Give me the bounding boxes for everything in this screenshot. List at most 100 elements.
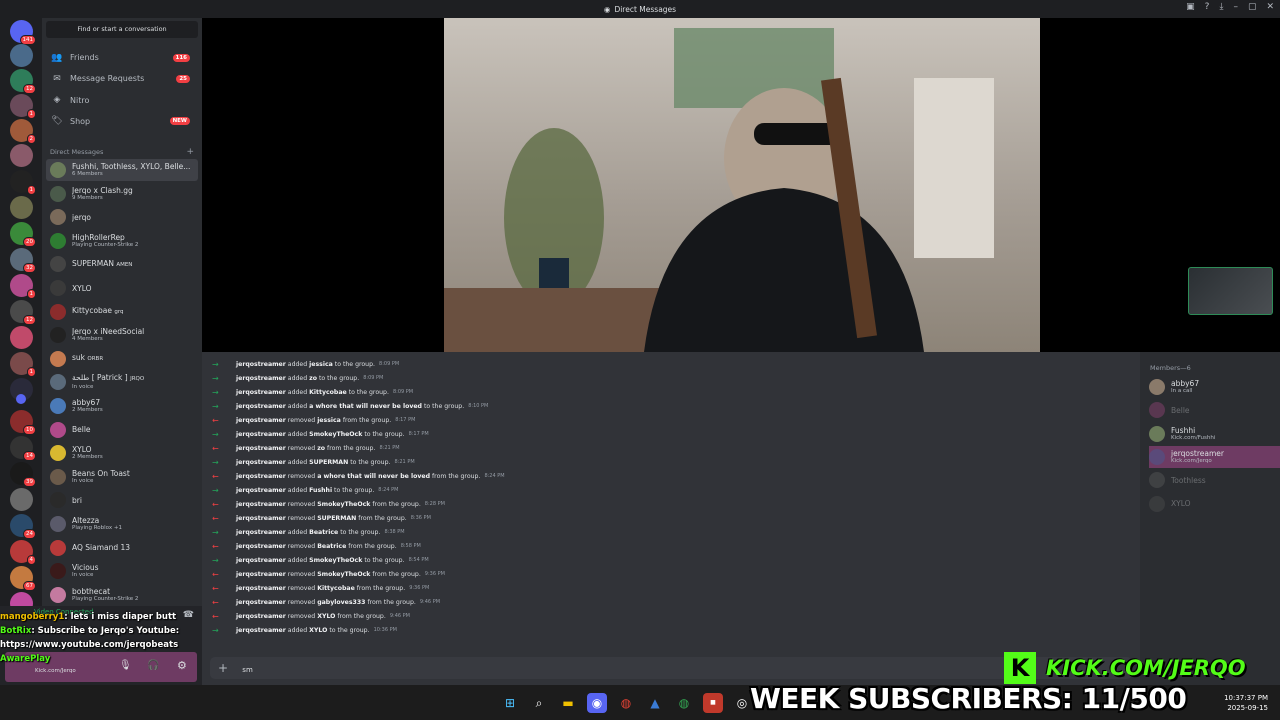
screen-icon[interactable]: ▣ xyxy=(1186,2,1195,12)
close-icon[interactable]: ✕ xyxy=(1266,2,1274,12)
dm-item[interactable]: ﻃﻠﺤﺔ [ Patrick ] JRQO In voice xyxy=(46,371,198,393)
member-item[interactable]: jerqostreamer Kick.com/Jerqo xyxy=(1149,445,1280,468)
system-clock[interactable]: 10:37:37 PM 2025-09-15 xyxy=(1224,693,1268,713)
server-icon[interactable]: 141 xyxy=(10,20,36,45)
dm-item[interactable]: XYLO 2 Members xyxy=(46,442,198,464)
target-user[interactable]: SmokeyTheOck xyxy=(317,571,370,578)
server-icon[interactable]: 14 xyxy=(10,436,36,461)
target-user[interactable]: XYLO xyxy=(309,627,327,634)
self-video-thumbnail[interactable] xyxy=(1188,267,1273,315)
actor[interactable]: jerqostreamer xyxy=(236,529,286,536)
target-user[interactable]: Fushhi xyxy=(309,487,332,494)
actor[interactable]: jerqostreamer xyxy=(236,361,286,368)
target-user[interactable]: SmokeyTheOck xyxy=(309,557,362,564)
actor[interactable]: jerqostreamer xyxy=(236,375,286,382)
actor[interactable]: jerqostreamer xyxy=(236,515,286,522)
member-item[interactable]: Fushhi Kick.com/Fushhi xyxy=(1149,423,1277,445)
actor[interactable]: jerqostreamer xyxy=(236,543,286,550)
server-icon[interactable]: 1 xyxy=(10,274,36,299)
find-conversation-input[interactable]: Find or start a conversation xyxy=(46,21,198,38)
member-item[interactable]: Toothless xyxy=(1149,469,1277,491)
target-user[interactable]: SmokeyTheOck xyxy=(317,501,370,508)
chrome-alt-icon[interactable]: ◍ xyxy=(674,693,694,713)
dm-item[interactable]: AQ Siamand 13 xyxy=(46,537,198,559)
maximize-icon[interactable]: ▢ xyxy=(1248,2,1257,12)
minimize-icon[interactable]: – xyxy=(1233,2,1238,12)
dm-item[interactable]: abby67 2 Members xyxy=(46,395,198,417)
server-icon[interactable] xyxy=(10,44,33,67)
chrome-icon[interactable]: ◍ xyxy=(616,693,636,713)
actor[interactable]: jerqostreamer xyxy=(236,599,286,606)
attach-plus-icon[interactable]: + xyxy=(218,661,228,675)
server-icon[interactable]: 4 xyxy=(10,540,36,565)
dm-item[interactable]: Jerqo x Clash.gg 9 Members xyxy=(46,183,198,205)
server-icon[interactable]: 12 xyxy=(10,69,36,94)
actor[interactable]: jerqostreamer xyxy=(236,431,286,438)
server-icon[interactable]: 10 xyxy=(10,410,36,435)
target-user[interactable]: jessica xyxy=(309,361,333,368)
actor[interactable]: jerqostreamer xyxy=(236,487,286,494)
help-icon[interactable]: ? xyxy=(1205,2,1210,12)
actor[interactable]: jerqostreamer xyxy=(236,403,286,410)
actor[interactable]: jerqostreamer xyxy=(236,501,286,508)
actor[interactable]: jerqostreamer xyxy=(236,473,286,480)
target-user[interactable]: gabyloves333 xyxy=(317,599,365,606)
member-item[interactable]: abby67 In a call xyxy=(1149,376,1277,398)
actor[interactable]: jerqostreamer xyxy=(236,459,286,466)
message-input[interactable]: + sm xyxy=(210,657,1132,679)
actor[interactable]: jerqostreamer xyxy=(236,613,286,620)
target-user[interactable]: Beatrice xyxy=(317,543,346,550)
nav-shop[interactable]: 🏷 Shop NEW xyxy=(46,112,198,131)
target-user[interactable]: Kittycobae xyxy=(317,585,355,592)
actor[interactable]: jerqostreamer xyxy=(236,627,286,634)
dm-item[interactable]: Kittycobae grq xyxy=(46,301,198,323)
server-icon[interactable]: 1 xyxy=(10,94,36,119)
server-icon[interactable]: 1 xyxy=(10,170,36,195)
add-dm-icon[interactable]: + xyxy=(186,147,194,157)
nav-nitro[interactable]: ◈ Nitro xyxy=(46,91,198,110)
member-item[interactable]: Belle xyxy=(1149,399,1277,421)
start-icon[interactable]: ⊞ xyxy=(500,693,520,713)
target-user[interactable]: Beatrice xyxy=(309,529,338,536)
dm-item[interactable]: Jerqo x iNeedSocial 4 Members xyxy=(46,324,198,346)
target-user[interactable]: SUPERMAN xyxy=(317,515,356,522)
dm-item[interactable]: SUPERMAN AMEN xyxy=(46,253,198,275)
obs-icon[interactable]: ■ xyxy=(703,693,723,713)
target-user[interactable]: a whore that will never be loved xyxy=(317,473,430,480)
dm-item[interactable]: HighRollerRep Playing Counter-Strike 2 xyxy=(46,230,198,252)
actor[interactable]: jerqostreamer xyxy=(236,417,286,424)
target-user[interactable]: zo xyxy=(317,445,325,452)
server-icon[interactable]: 32 xyxy=(10,248,36,273)
steam-icon[interactable]: ◎ xyxy=(732,693,752,713)
server-icon[interactable]: 12 xyxy=(10,300,36,325)
dm-item[interactable]: XYLO xyxy=(46,277,198,299)
server-icon[interactable]: 20 xyxy=(10,222,36,247)
actor[interactable]: jerqostreamer xyxy=(236,585,286,592)
member-item[interactable]: XYLO xyxy=(1149,493,1277,515)
download-icon[interactable]: ⤓ xyxy=(1219,2,1223,12)
server-icon[interactable] xyxy=(10,488,33,511)
server-icon[interactable]: 1 xyxy=(10,352,36,377)
search-icon[interactable]: ⌕ xyxy=(529,693,549,713)
server-icon[interactable]: 67 xyxy=(10,566,36,591)
actor[interactable]: jerqostreamer xyxy=(236,571,286,578)
dm-item[interactable]: jerqo xyxy=(46,206,198,228)
nav-message-requests[interactable]: ✉ Message Requests 25 xyxy=(46,69,198,88)
target-user[interactable]: zo xyxy=(309,375,317,382)
dm-item[interactable]: Beans On Toast In voice xyxy=(46,466,198,488)
target-user[interactable]: Kittycobae xyxy=(309,389,347,396)
server-icon[interactable]: 24 xyxy=(10,514,36,539)
discord-taskbar-icon[interactable]: ◉ xyxy=(587,693,607,713)
dm-item[interactable]: suk ORBR xyxy=(46,348,198,370)
server-icon[interactable]: 2 xyxy=(10,119,36,144)
file-explorer-icon[interactable]: ▬ xyxy=(558,693,578,713)
target-user[interactable]: SmokeyTheOck xyxy=(309,431,362,438)
target-user[interactable]: XYLO xyxy=(317,613,335,620)
nav-friends[interactable]: 👥 Friends 116 xyxy=(46,48,198,67)
dm-item[interactable]: bobthecat Playing Counter-Strike 2 xyxy=(46,584,198,606)
dm-item[interactable]: Belle xyxy=(46,419,198,441)
target-user[interactable]: a whore that will never be loved xyxy=(309,403,422,410)
server-icon[interactable] xyxy=(10,144,33,167)
target-user[interactable]: jessica xyxy=(317,417,341,424)
dm-item[interactable]: bri xyxy=(46,489,198,511)
